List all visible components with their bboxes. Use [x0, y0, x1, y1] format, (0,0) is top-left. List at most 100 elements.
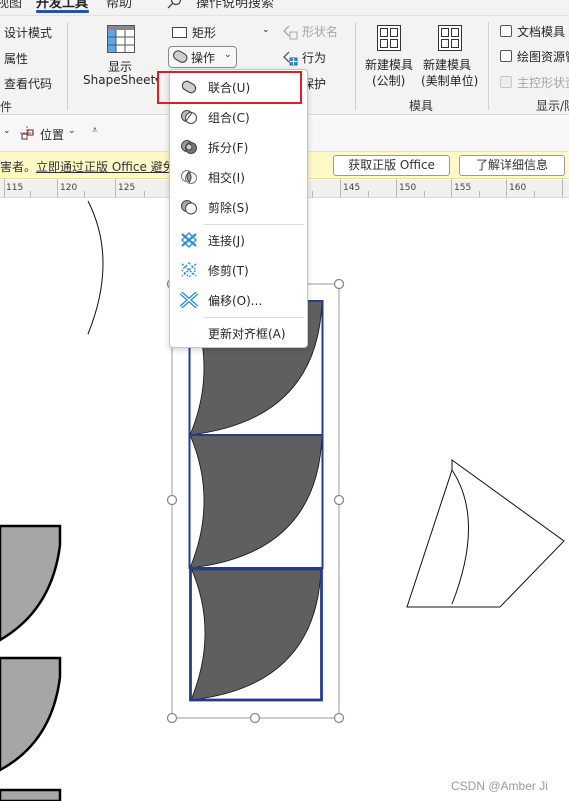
- join-icon: [181, 232, 197, 248]
- ruler-tick: [451, 179, 452, 197]
- ruler-tick: [340, 179, 341, 197]
- position-icon: [20, 126, 35, 141]
- stencil-icon: [377, 25, 401, 51]
- operations-label: 操作: [191, 51, 216, 65]
- new-stencil-us-button[interactable]: 新建模具 (美制单位): [420, 22, 482, 88]
- menu-item-join[interactable]: 连接(J): [170, 226, 307, 254]
- ruler-label: 120: [60, 183, 78, 193]
- operations-dropdown-button[interactable]: 操作 ⌄: [168, 46, 237, 68]
- chevron-down-icon: ⌄: [224, 50, 232, 60]
- fragment-icon: [181, 140, 197, 154]
- menu-item-label: 组合(C): [208, 111, 250, 125]
- menu-item-offset[interactable]: 偏移(O)...: [170, 286, 307, 314]
- menu-item-label: 偏移(O)...: [208, 294, 263, 308]
- ruler-tick: [4, 179, 5, 197]
- operations-menu: 联合(U) 组合(C) 拆分(F) 相交(I) 剪除(S) 连接(J) 修剪(T…: [169, 69, 308, 348]
- chevron-down-icon: ⌄: [262, 25, 270, 35]
- menu-item-label: 连接(J): [208, 234, 245, 248]
- rectangle-icon: [172, 27, 187, 38]
- ruler-tick: [30, 191, 31, 197]
- half-disc-shape[interactable]: [0, 524, 62, 642]
- learn-more-button[interactable]: 了解详细信息: [459, 155, 565, 176]
- ruler-tick: [312, 191, 313, 197]
- view-code-button[interactable]: 查看代码: [4, 75, 52, 92]
- shapesheet-label-2: ShapeSheet: [83, 73, 156, 87]
- ruler-label: 155: [454, 183, 472, 193]
- menu-item-label: 拆分(F): [208, 141, 249, 155]
- chevron-down-icon[interactable]: ⌄: [3, 126, 11, 136]
- menu-separator: [204, 317, 304, 318]
- menu-item-union[interactable]: 联合(U): [170, 73, 307, 101]
- menu-item-label: 联合(U): [208, 81, 251, 95]
- resize-handle[interactable]: [166, 712, 178, 724]
- rectangle-button[interactable]: 矩形 ⌄: [172, 24, 272, 42]
- watermark: CSDN @Amber Ji: [451, 779, 548, 793]
- drawing-explorer-checkbox[interactable]: [500, 50, 512, 62]
- behavior-label: 行为: [302, 51, 327, 65]
- crescent-shape[interactable]: [189, 434, 323, 569]
- menu-item-combine[interactable]: 组合(C): [170, 103, 307, 131]
- shape-name-icon: [283, 25, 298, 40]
- drawing-explorer-label: 绘图资源管: [517, 50, 569, 64]
- group-separator: [488, 22, 489, 110]
- subtract-icon: [181, 200, 197, 215]
- crescent-shape[interactable]: [190, 567, 322, 701]
- ribbon-tab-strip: 视图 开发工具 帮助 操作说明搜索: [0, 0, 569, 15]
- tell-me-search[interactable]: 操作说明搜索: [196, 0, 274, 11]
- active-tab-indicator: [36, 10, 89, 13]
- new-stencil-metric-button[interactable]: 新建模具 (公制): [362, 22, 418, 88]
- ruler-label: 125: [118, 183, 136, 193]
- master-shapes-label: 主控形状资: [517, 76, 569, 90]
- behavior-button[interactable]: 行为: [283, 49, 343, 67]
- ruler-label: 160: [509, 183, 527, 193]
- properties-button[interactable]: 属性: [4, 50, 28, 67]
- message-link[interactable]: 立即通过正版 Office 避免: [36, 160, 175, 174]
- menu-item-intersect[interactable]: 相交(I): [170, 163, 307, 191]
- visio-window: 视图 开发工具 帮助 操作说明搜索 设计模式 属性 查看代码 件 显示 Shap…: [0, 0, 569, 801]
- ruler-tick: [534, 191, 535, 197]
- resize-handle[interactable]: [249, 712, 261, 724]
- menu-item-update-alignment-box[interactable]: 更新对齐框(A): [170, 319, 307, 347]
- menu-item-fragment[interactable]: 拆分(F): [170, 133, 307, 161]
- controls-group-label: 件: [0, 100, 13, 114]
- tab-help[interactable]: 帮助: [106, 0, 132, 11]
- ruler-label: 115: [6, 183, 24, 193]
- master-shapes-checkbox[interactable]: [500, 76, 512, 88]
- selected-shape-group[interactable]: [188, 300, 324, 702]
- collapse-ribbon-icon[interactable]: ⩡: [92, 125, 98, 136]
- resize-handle[interactable]: [333, 278, 345, 290]
- resize-handle[interactable]: [166, 494, 178, 506]
- menu-item-subtract[interactable]: 剪除(S): [170, 193, 307, 221]
- document-stencil-checkbox[interactable]: [500, 25, 512, 37]
- resize-handle[interactable]: [333, 494, 345, 506]
- ruler-tick: [562, 179, 563, 197]
- position-dropdown[interactable]: 位置: [40, 126, 64, 143]
- new-stencil-metric-label-2: (公制): [372, 74, 406, 88]
- search-icon[interactable]: [166, 0, 182, 10]
- get-genuine-office-button[interactable]: 获取正版 Office: [333, 155, 450, 176]
- new-stencil-us-label-1: 新建模具: [423, 58, 472, 72]
- stencil-group-label: 模具: [409, 99, 434, 113]
- resize-handle[interactable]: [333, 712, 345, 724]
- menu-item-trim[interactable]: 修剪(T): [170, 256, 307, 284]
- arc-shape[interactable]: [87, 200, 104, 335]
- new-stencil-metric-label-1: 新建模具: [365, 58, 414, 72]
- operations-icon: [173, 50, 188, 63]
- polygon-shape[interactable]: [406, 459, 565, 608]
- ruler-tick: [479, 191, 480, 197]
- design-mode-button[interactable]: 设计模式: [4, 24, 52, 41]
- shape-name-button[interactable]: 形状名: [283, 23, 363, 41]
- chevron-down-icon: ⌄: [68, 126, 76, 136]
- menu-item-label: 相交(I): [208, 171, 245, 185]
- half-disc-shape[interactable]: [0, 656, 62, 772]
- ruler-label: 150: [399, 183, 417, 193]
- show-shapesheet-button[interactable]: 显示 ShapeSheet ▾: [80, 20, 164, 98]
- menu-item-label: 修剪(T): [208, 264, 249, 278]
- ruler-label: 145: [343, 183, 361, 193]
- tab-view[interactable]: 视图: [0, 0, 22, 11]
- behavior-icon: [283, 51, 298, 66]
- ruler-tick: [506, 179, 507, 197]
- menu-item-label: 剪除(S): [208, 201, 249, 215]
- half-disc-shape[interactable]: [0, 788, 62, 801]
- offset-icon: [180, 292, 198, 308]
